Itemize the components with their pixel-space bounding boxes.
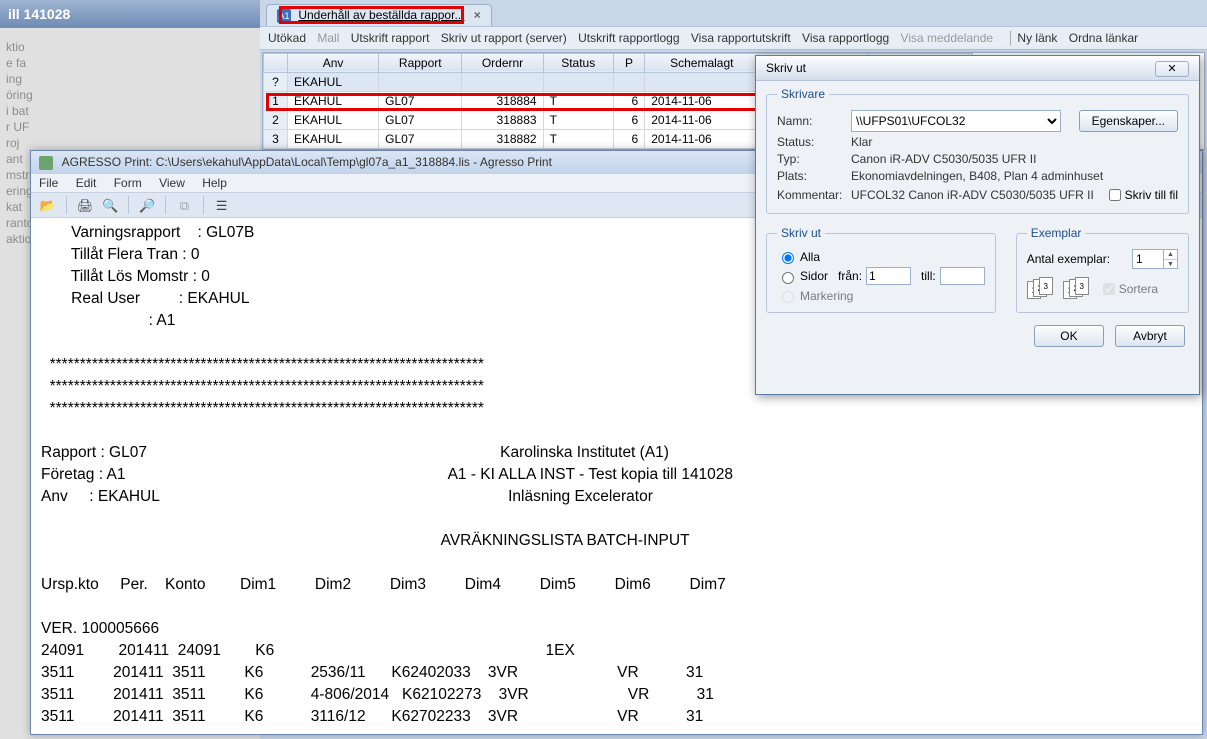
col-status[interactable]: Status xyxy=(543,53,613,72)
menu-edit[interactable]: Edit xyxy=(76,176,97,190)
print-dialog: Skriv ut ✕ Skrivare Namn: \\UFPS01\UFCOL… xyxy=(755,55,1200,395)
menu-ordna-lankar[interactable]: Ordna länkar xyxy=(1069,31,1138,45)
col-anv[interactable]: Anv xyxy=(288,53,379,72)
printer-group: Skrivare Namn: \\UFPS01\UFCOL32 Egenskap… xyxy=(766,87,1189,214)
copies-label: Antal exemplar: xyxy=(1027,252,1132,266)
collate-icon: 123 xyxy=(1027,277,1057,301)
agresso-title: AGRESSO Print: C:\Users\ekahul\AppData\L… xyxy=(62,155,552,169)
place-label: Plats: xyxy=(777,169,851,183)
range-group: Skriv ut Alla Sidor från: till: Markerin… xyxy=(766,226,996,313)
report-toolbar: Utökad Mall Utskrift rapport Skriv ut ra… xyxy=(260,26,1207,50)
menu-utskrift-rapport[interactable]: Utskrift rapport xyxy=(351,31,430,45)
collate-label: Sortera xyxy=(1119,282,1158,296)
radio-pages[interactable] xyxy=(782,272,794,284)
options-icon[interactable]: ☰ xyxy=(211,195,233,215)
agresso-app-icon xyxy=(39,156,53,170)
copy-icon[interactable]: ⧉ xyxy=(173,195,195,215)
copies-input[interactable] xyxy=(1133,250,1163,268)
menu-ny-lank[interactable]: Ny länk xyxy=(1017,31,1057,45)
col-rapport[interactable]: Rapport xyxy=(379,53,462,72)
tab-bar: A1 Underhåll av beställda rappor... × xyxy=(260,0,1207,26)
col-schemalagt[interactable]: Schemalagt xyxy=(645,53,759,72)
printer-select[interactable]: \\UFPS01\UFCOL32 xyxy=(851,110,1061,132)
menu-file[interactable]: File xyxy=(39,176,58,190)
properties-button[interactable]: Egenskaper... xyxy=(1079,110,1178,132)
comment-value: UFCOL32 Canon iR-ADV C5030/5035 UFR II xyxy=(851,188,1094,202)
menu-help[interactable]: Help xyxy=(202,176,227,190)
status-value: Klar xyxy=(851,135,872,149)
menu-view[interactable]: View xyxy=(159,176,185,190)
type-label: Typ: xyxy=(777,152,851,166)
menu-utokad[interactable]: Utökad xyxy=(268,31,306,45)
menu-form[interactable]: Form xyxy=(114,176,142,190)
find-icon[interactable]: 🔎 xyxy=(136,195,158,215)
cancel-button[interactable]: Avbryt xyxy=(1115,325,1185,347)
ok-button[interactable]: OK xyxy=(1034,325,1104,347)
print-icon[interactable]: 🖨 xyxy=(74,195,96,215)
copies-stepper[interactable]: ▲▼ xyxy=(1132,249,1178,269)
tab-label: Underhåll av beställda rappor... xyxy=(298,8,464,22)
app-icon: A1 xyxy=(277,9,291,23)
type-value: Canon iR-ADV C5030/5035 UFR II xyxy=(851,152,1036,166)
copies-group: Exemplar Antal exemplar: ▲▼ 123 123 Sort… xyxy=(1016,226,1189,313)
name-label: Namn: xyxy=(777,114,851,128)
spin-down-icon[interactable]: ▼ xyxy=(1164,260,1177,269)
spin-up-icon[interactable]: ▲ xyxy=(1164,250,1177,260)
print-to-file-label: Skriv till fil xyxy=(1125,188,1178,202)
status-label: Status: xyxy=(777,135,851,149)
menu-visa-meddelande: Visa meddelande xyxy=(901,31,994,45)
to-input[interactable] xyxy=(940,267,985,285)
menu-visa-utskrift[interactable]: Visa rapportutskrift xyxy=(691,31,791,45)
col-ordernr[interactable]: Ordernr xyxy=(462,53,543,72)
collate-checkbox xyxy=(1103,283,1115,295)
open-icon[interactable]: 📂 xyxy=(37,195,59,215)
comment-label: Kommentar: xyxy=(777,188,851,202)
menu-mall: Mall xyxy=(317,31,339,45)
print-to-file-checkbox[interactable] xyxy=(1109,189,1121,201)
print-dialog-title: Skriv ut xyxy=(766,61,806,75)
col-p[interactable]: P xyxy=(613,53,644,72)
menu-utskrift-logg[interactable]: Utskrift rapportlogg xyxy=(578,31,679,45)
col-blank[interactable] xyxy=(264,53,288,72)
tab-reports[interactable]: A1 Underhåll av beställda rappor... × xyxy=(266,4,492,26)
radio-all[interactable] xyxy=(782,252,794,264)
left-header: ill 141028 xyxy=(0,0,260,28)
radio-selection xyxy=(782,291,794,303)
tab-close-icon[interactable]: × xyxy=(474,8,481,22)
collate-icon: 123 xyxy=(1063,277,1093,301)
close-icon[interactable]: ✕ xyxy=(1155,61,1189,77)
menu-skriv-ut-server[interactable]: Skriv ut rapport (server) xyxy=(441,31,567,45)
menu-visa-logg[interactable]: Visa rapportlogg xyxy=(802,31,889,45)
print-preview-icon[interactable]: 🔍 xyxy=(99,195,121,215)
from-input[interactable] xyxy=(866,267,911,285)
place-value: Ekonomiavdelningen, B408, Plan 4 adminhu… xyxy=(851,169,1103,183)
